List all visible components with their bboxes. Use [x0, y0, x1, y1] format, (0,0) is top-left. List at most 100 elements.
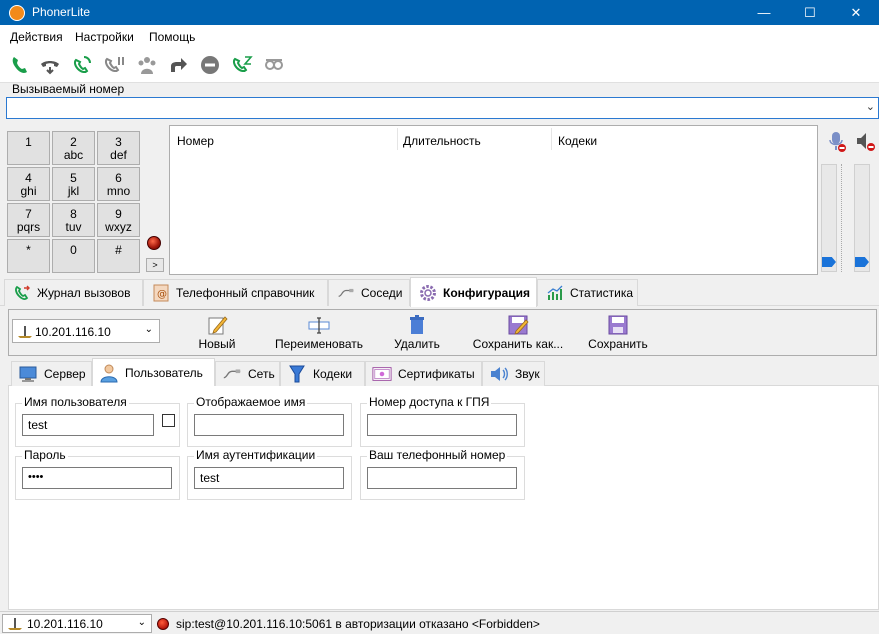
- key-star[interactable]: *: [7, 239, 50, 273]
- key-4[interactable]: 4 ghi: [7, 167, 50, 201]
- status-led-icon: [147, 236, 161, 250]
- phone-log-icon: [13, 284, 31, 302]
- display-name-label: Отображаемое имя: [194, 395, 308, 409]
- speaker-muted-icon[interactable]: [855, 131, 877, 156]
- mute-icon[interactable]: [262, 53, 286, 77]
- phone-number-field[interactable]: [367, 467, 517, 489]
- emergency-number-group: Номер доступа к ГПЯ: [360, 395, 525, 447]
- close-button[interactable]: ✕: [833, 0, 879, 25]
- save-as-button[interactable]: Сохранить как...: [469, 314, 567, 354]
- key-3[interactable]: 3 def: [97, 131, 140, 165]
- maximize-button[interactable]: ☐: [787, 0, 833, 25]
- tab-certificates[interactable]: Сертификаты: [365, 361, 482, 386]
- save-button[interactable]: Сохранить: [585, 314, 651, 354]
- chevron-down-icon: ⌄: [137, 617, 146, 628]
- emergency-number-field[interactable]: [367, 414, 517, 436]
- keypad-more-button[interactable]: >: [146, 258, 164, 272]
- window-title: PhonerLite: [32, 5, 91, 19]
- key-8[interactable]: 8 tuv: [52, 203, 95, 237]
- status-bar: 10.201.116.10 ⌄ sip:test@10.201.116.10:5…: [0, 611, 879, 633]
- slider-thumb[interactable]: [855, 257, 869, 267]
- tab-call-log[interactable]: Журнал вызовов: [4, 279, 143, 306]
- key-9[interactable]: 9 wxyz: [97, 203, 140, 237]
- hold-icon[interactable]: [102, 53, 126, 77]
- password-group: Пароль ••••: [15, 448, 180, 500]
- forward-icon[interactable]: [166, 53, 190, 77]
- profile-select[interactable]: 10.201.116.10 ⌄: [12, 319, 160, 343]
- display-name-field[interactable]: [194, 414, 344, 436]
- user-icon: [99, 363, 119, 383]
- gear-icon: [419, 284, 437, 302]
- column-header-number[interactable]: Номер: [177, 134, 214, 148]
- username-checkbox[interactable]: [162, 414, 175, 427]
- column-header-duration[interactable]: Длительность: [403, 134, 481, 148]
- menu-help[interactable]: Помощь: [149, 30, 195, 44]
- display-name-group: Отображаемое имя: [187, 395, 352, 447]
- tab-statistics[interactable]: Статистика: [537, 279, 638, 306]
- save-as-icon: [506, 314, 530, 336]
- username-field[interactable]: test: [22, 414, 154, 436]
- column-divider: [397, 128, 398, 150]
- call-icon[interactable]: [8, 53, 32, 77]
- key-0[interactable]: 0: [52, 239, 95, 273]
- reject-icon[interactable]: [198, 53, 222, 77]
- column-header-codecs[interactable]: Кодеки: [558, 134, 597, 148]
- codec-filter-icon: [287, 364, 307, 384]
- tab-user[interactable]: Пользователь: [92, 358, 215, 387]
- tab-configuration[interactable]: Конфигурация: [410, 277, 537, 307]
- phonebook-icon: @: [152, 284, 170, 302]
- hangup-icon[interactable]: [38, 53, 62, 77]
- key-6[interactable]: 6 mno: [97, 167, 140, 201]
- sip-profile-icon: [7, 617, 23, 634]
- key-7[interactable]: 7 pqrs: [7, 203, 50, 237]
- call-list[interactable]: Номер Длительность Кодеки: [169, 125, 818, 275]
- delete-profile-button[interactable]: Удалить: [390, 314, 444, 354]
- dial-number-input[interactable]: [9, 99, 859, 117]
- trash-icon: [405, 314, 429, 336]
- main-tabs: Журнал вызовов @ Телефонный справочник С…: [0, 277, 879, 307]
- chevron-down-icon[interactable]: ⌄: [866, 100, 875, 113]
- audio-controls: [819, 124, 879, 276]
- tab-network[interactable]: Сеть: [215, 361, 280, 386]
- rename-icon: [307, 314, 331, 336]
- status-message: sip:test@10.201.116.10:5061 в авторизаци…: [176, 617, 540, 631]
- menu-bar: Действия Настройки Помощь: [0, 25, 879, 47]
- dial-number-combo[interactable]: ⌄: [6, 97, 879, 119]
- pickup-icon[interactable]: [230, 53, 254, 77]
- username-group: Имя пользователя test: [15, 395, 180, 447]
- key-5[interactable]: 5 jkl: [52, 167, 95, 201]
- slider-thumb[interactable]: [822, 257, 836, 267]
- menu-actions[interactable]: Действия: [10, 30, 63, 44]
- registration-error-icon: [157, 618, 169, 630]
- network-cable-icon: [337, 284, 355, 302]
- svg-text:@: @: [157, 289, 167, 300]
- tab-codecs[interactable]: Кодеки: [280, 361, 365, 386]
- user-settings-panel: Имя пользователя test Отображаемое имя Н…: [8, 386, 879, 610]
- tab-server[interactable]: Сервер: [11, 361, 92, 386]
- rename-profile-button[interactable]: Переименовать: [267, 314, 371, 354]
- auth-name-field[interactable]: test: [194, 467, 344, 489]
- key-2[interactable]: 2 abc: [52, 131, 95, 165]
- tab-phonebook[interactable]: @ Телефонный справочник: [143, 279, 328, 306]
- microphone-volume-slider[interactable]: [821, 164, 837, 272]
- phone-number-group: Ваш телефонный номер: [360, 448, 525, 500]
- config-subtabs: Сервер Пользователь Сеть Кодеки Сертифик…: [8, 358, 879, 387]
- key-hash[interactable]: #: [97, 239, 140, 273]
- sip-profile-icon: [17, 325, 33, 342]
- key-1[interactable]: 1: [7, 131, 50, 165]
- password-field[interactable]: ••••: [22, 467, 172, 489]
- minimize-button[interactable]: —: [741, 0, 787, 25]
- password-label: Пароль: [22, 448, 68, 462]
- phone-number-label: Ваш телефонный номер: [367, 448, 508, 462]
- tab-sound[interactable]: Звук: [482, 361, 545, 386]
- callback-icon[interactable]: [70, 53, 94, 77]
- tab-neighbors[interactable]: Соседи: [328, 279, 410, 306]
- microphone-muted-icon[interactable]: [827, 131, 847, 156]
- conference-icon[interactable]: [135, 53, 159, 77]
- status-profile-select[interactable]: 10.201.116.10 ⌄: [2, 614, 152, 633]
- menu-settings[interactable]: Настройки: [75, 30, 134, 44]
- server-monitor-icon: [18, 364, 38, 384]
- network-cable-icon: [222, 364, 242, 384]
- new-profile-button[interactable]: Новый: [195, 314, 239, 354]
- speaker-volume-slider[interactable]: [854, 164, 870, 272]
